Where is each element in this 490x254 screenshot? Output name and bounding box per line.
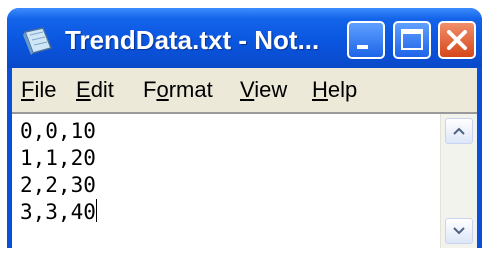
text-line-last: 3,3,40 — [20, 199, 97, 224]
title-bar[interactable]: TrendData.txt - Not... — [7, 8, 482, 68]
menu-help[interactable]: Help — [312, 76, 357, 104]
minimize-icon — [357, 45, 368, 49]
scroll-down-arrow-icon — [453, 227, 465, 235]
maximize-button[interactable] — [393, 21, 431, 59]
menu-edit[interactable]: Edit — [76, 76, 114, 104]
menu-bar: File Edit Format View Help — [12, 68, 477, 112]
scroll-up-button[interactable] — [445, 118, 473, 144]
text-line: 2,2,30 — [20, 173, 96, 197]
notepad-window: TrendData.txt - Not... File Edit Format … — [7, 8, 482, 248]
text-editor[interactable]: 0,0,10 1,1,20 2,2,30 3,3,40 — [20, 118, 440, 246]
editor-area[interactable]: 0,0,10 1,1,20 2,2,30 3,3,40 — [12, 112, 477, 248]
scroll-down-button[interactable] — [445, 218, 473, 244]
text-line: 0,0,10 — [20, 119, 96, 143]
close-icon — [447, 30, 467, 50]
window-title: TrendData.txt - Not... — [65, 25, 320, 55]
scroll-up-arrow-icon — [453, 127, 465, 135]
close-button[interactable] — [438, 21, 476, 59]
minimize-button[interactable] — [347, 21, 385, 59]
notepad-icon — [23, 27, 53, 55]
text-caret — [95, 199, 97, 222]
menu-format[interactable]: Format — [143, 76, 213, 104]
maximize-icon — [401, 29, 423, 50]
menu-view[interactable]: View — [240, 76, 287, 104]
menu-file[interactable]: File — [21, 76, 56, 104]
vertical-scrollbar[interactable] — [440, 114, 477, 248]
text-line: 1,1,20 — [20, 146, 96, 170]
